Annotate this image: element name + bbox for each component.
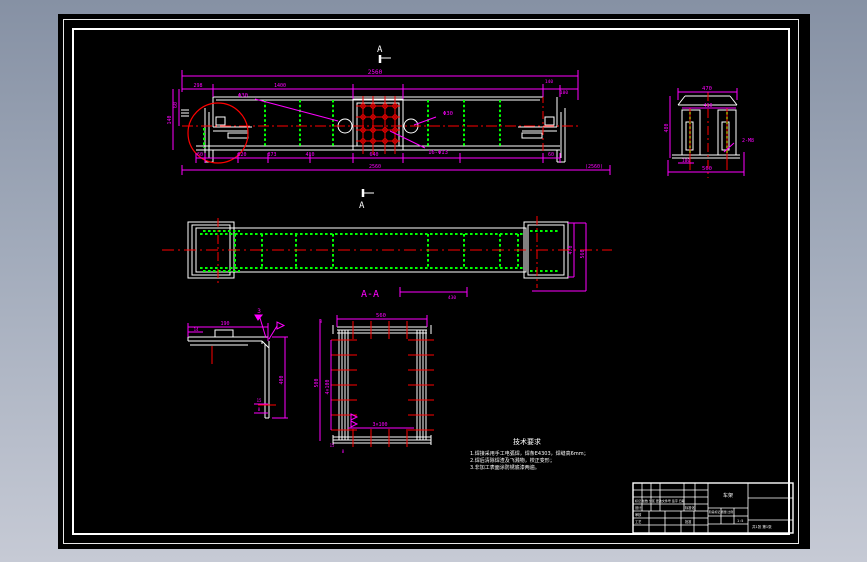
dim-bot-b: 320	[237, 152, 246, 158]
dim-detail-top: 190	[220, 321, 229, 327]
dim-bot-f: 60	[548, 152, 554, 158]
dim-end-top: 470	[702, 86, 712, 92]
notes-line-1: 1.焊接采用手工电弧焊，焊条E4303，焊缝高6mm；	[470, 450, 589, 457]
dim-bot-a: 60	[197, 152, 203, 158]
dim-left-a: 60	[173, 102, 179, 108]
leader-hole-left: Φ30	[238, 93, 248, 99]
notes-line-2: 2.焊后清除焊渣及飞溅物，校正变形；	[470, 457, 555, 464]
leader-bolt-pattern: 16-Φ13	[428, 150, 448, 156]
dim-section-pitch-left: 4×100	[325, 379, 331, 394]
title-block-check: 审核	[635, 512, 642, 517]
title-block-scale: 1:5	[737, 519, 743, 523]
section-title: A-A	[361, 289, 379, 300]
dim-total-bottom: 2560	[369, 164, 381, 170]
balloon-label: 3	[257, 308, 261, 315]
title-block-stage-header: 阶段标记 质量 比例	[709, 510, 733, 514]
dim-overall: (2560)	[585, 164, 603, 170]
drawing-svg[interactable]: 2560 298 1400 140 100 60 140 60 320 373 …	[0, 0, 867, 562]
title-block-design: 设计	[635, 505, 642, 510]
title-block-approve: 批准	[685, 519, 692, 524]
dim-bot-e: 640	[369, 152, 378, 158]
dim-bot-d: 410	[305, 152, 314, 158]
notes-line-3: 3.非加工表面涂防锈底漆两遍。	[470, 464, 540, 471]
dim-end-inner: 410	[703, 103, 712, 109]
dim-plan-bottom: 430	[448, 295, 456, 301]
dim-seg-a: 298	[193, 83, 202, 89]
title-block-standard: 标准化	[685, 505, 695, 510]
dim-detail-height: 400	[279, 375, 285, 384]
dim-left-b: 140	[167, 115, 173, 124]
leader-hole-right: Φ30	[443, 111, 453, 117]
dim-section-height: 500	[314, 378, 320, 387]
dim-section-width: 560	[376, 313, 386, 319]
notes-title: 技术要求	[513, 437, 541, 446]
title-block-record-header: 标记 处数 分区 更改文件号 签字 日期	[635, 498, 685, 503]
dim-total-top: 2560	[368, 69, 383, 76]
title-block-product: 车架	[723, 492, 733, 499]
dim-section-pitch-bottom: 3×100	[372, 422, 387, 428]
title-block-process: 工艺	[635, 519, 641, 524]
dim-seg-c: 140	[545, 79, 553, 85]
dim-end-total: 560	[702, 166, 712, 172]
dim-detail-t1: 15	[257, 398, 262, 403]
leader-end-view: 2-M8	[742, 138, 754, 144]
dim-end-height: 480	[664, 123, 670, 132]
dim-section-t1: 15	[330, 443, 335, 448]
section-marker-bottom-label: A	[359, 201, 365, 211]
dim-end-foot: 100	[682, 158, 690, 164]
dim-plan-outer: 560	[580, 249, 586, 258]
dim-plan-inner: 470	[568, 245, 574, 254]
dim-seg-d: 100	[560, 90, 568, 96]
title-block-sheet: 共1张 第1张	[752, 524, 772, 529]
cad-viewer-window: 2560 298 1400 140 100 60 140 60 320 373 …	[0, 0, 867, 562]
drawing-paper	[58, 14, 810, 549]
dim-bot-c: 373	[267, 152, 276, 158]
section-marker-top-label: A	[377, 45, 383, 55]
dim-detail-small: 14	[194, 327, 199, 332]
dim-seg-b: 1400	[274, 83, 286, 89]
